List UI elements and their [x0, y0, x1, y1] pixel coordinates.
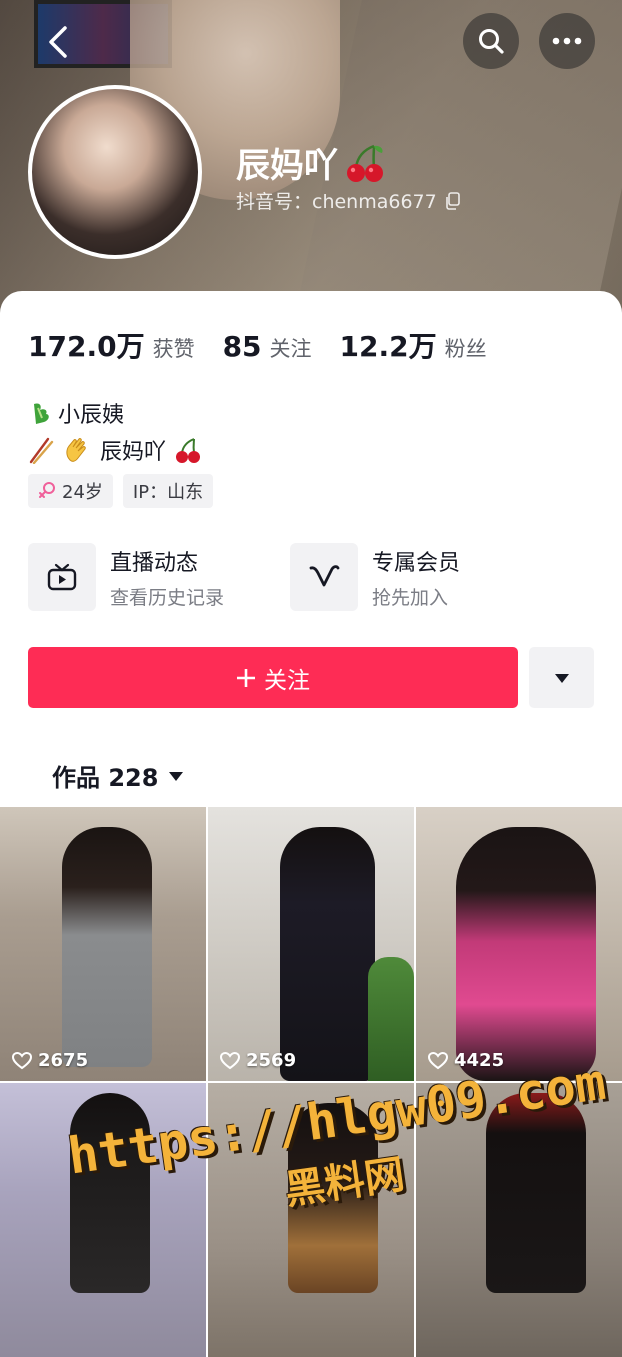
copy-icon[interactable] — [445, 191, 461, 210]
chopsticks-icon — [29, 437, 54, 464]
bio-line-1: 小辰姨 — [28, 397, 124, 429]
heart-icon — [12, 1051, 32, 1069]
video-likes-count: 2675 — [38, 1050, 89, 1071]
follow-button-label: 关注 — [264, 667, 310, 694]
live-history-title: 直播动态 — [110, 550, 199, 576]
stat-following-value: 85 — [222, 330, 262, 363]
female-icon — [39, 482, 55, 498]
ellipsis-icon — [552, 37, 582, 45]
douyin-id: 抖音号：chenma6677 — [236, 187, 461, 214]
follow-button[interactable]: 关注 — [28, 647, 518, 708]
search-icon — [479, 29, 504, 54]
video-figure — [456, 827, 596, 1081]
video-likes: 2675 — [12, 1050, 88, 1071]
live-history-entry[interactable]: 直播动态 查看历史记录 — [28, 543, 224, 611]
live-history-subtitle: 查看历史记录 — [110, 586, 225, 609]
heart-icon — [428, 1051, 448, 1069]
works-tab-label: 作品 228 — [52, 764, 159, 792]
stats-row: 172.0万 获赞 85 关注 12.2万 粉丝 — [28, 325, 515, 365]
stat-followers-value: 12.2万 — [339, 330, 437, 363]
stat-following[interactable]: 85 关注 — [223, 330, 312, 363]
video-thumbnail[interactable]: 4425 — [416, 807, 622, 1081]
age-tag-text: 24岁 — [62, 482, 103, 503]
cherry-icon — [176, 438, 201, 463]
video-figure — [62, 827, 152, 1067]
video-likes-count: 2569 — [246, 1050, 297, 1071]
nickname-text: 辰妈吖 — [236, 146, 338, 186]
age-tag: 24岁 — [28, 474, 113, 508]
stat-followers[interactable]: 12.2万 粉丝 — [340, 325, 487, 365]
vip-v-icon — [309, 565, 340, 587]
ip-tag-text: IP：山东 — [132, 482, 204, 503]
back-button[interactable] — [38, 22, 78, 62]
stat-following-label: 关注 — [269, 337, 312, 361]
chevron-left-icon — [49, 26, 67, 58]
recommend-dropdown-button[interactable] — [529, 647, 594, 708]
membership-title: 专属会员 — [372, 550, 461, 576]
caret-down-icon — [554, 673, 569, 683]
bio-line-1-text: 小辰姨 — [58, 403, 125, 428]
heart-icon — [220, 1051, 240, 1069]
video-plant — [368, 957, 414, 1081]
video-figure — [280, 827, 375, 1081]
nickname: 辰妈吖 — [236, 138, 386, 187]
video-likes: 2569 — [220, 1050, 296, 1071]
bio-line-2-text: 辰妈吖 — [100, 440, 167, 465]
ip-tag: IP：山东 — [122, 474, 214, 508]
caret-down-icon — [169, 771, 184, 781]
more-options-button[interactable] — [539, 13, 595, 69]
membership-text: 专属会员 抢先加入 — [372, 545, 460, 610]
cherry-icon — [347, 144, 383, 182]
live-history-text: 直播动态 查看历史记录 — [110, 545, 224, 610]
stat-likes[interactable]: 172.0万 获赞 — [28, 325, 195, 365]
avatar[interactable] — [28, 85, 202, 259]
search-button[interactable] — [463, 13, 519, 69]
stat-likes-label: 获赞 — [152, 337, 195, 361]
video-thumbnail[interactable]: 2675 — [0, 807, 206, 1081]
live-history-icon-box — [28, 543, 96, 611]
stat-likes-value: 172.0万 — [28, 330, 145, 363]
waving-hand-icon — [66, 438, 86, 462]
tag-row: 24岁 IP：山东 — [28, 474, 214, 508]
stat-followers-label: 粉丝 — [444, 337, 487, 361]
video-thumbnail[interactable]: 2569 — [208, 807, 414, 1081]
membership-icon-box — [290, 543, 358, 611]
membership-entry[interactable]: 专属会员 抢先加入 — [290, 543, 460, 611]
plus-icon — [237, 668, 255, 687]
bio-line-2: 辰妈吖 — [28, 434, 202, 466]
douyin-id-text: 抖音号：chenma6677 — [236, 191, 437, 213]
clover-icon — [34, 403, 49, 424]
membership-subtitle: 抢先加入 — [372, 586, 449, 609]
works-tab[interactable]: 作品 228 — [52, 758, 184, 793]
tv-icon — [47, 563, 77, 591]
